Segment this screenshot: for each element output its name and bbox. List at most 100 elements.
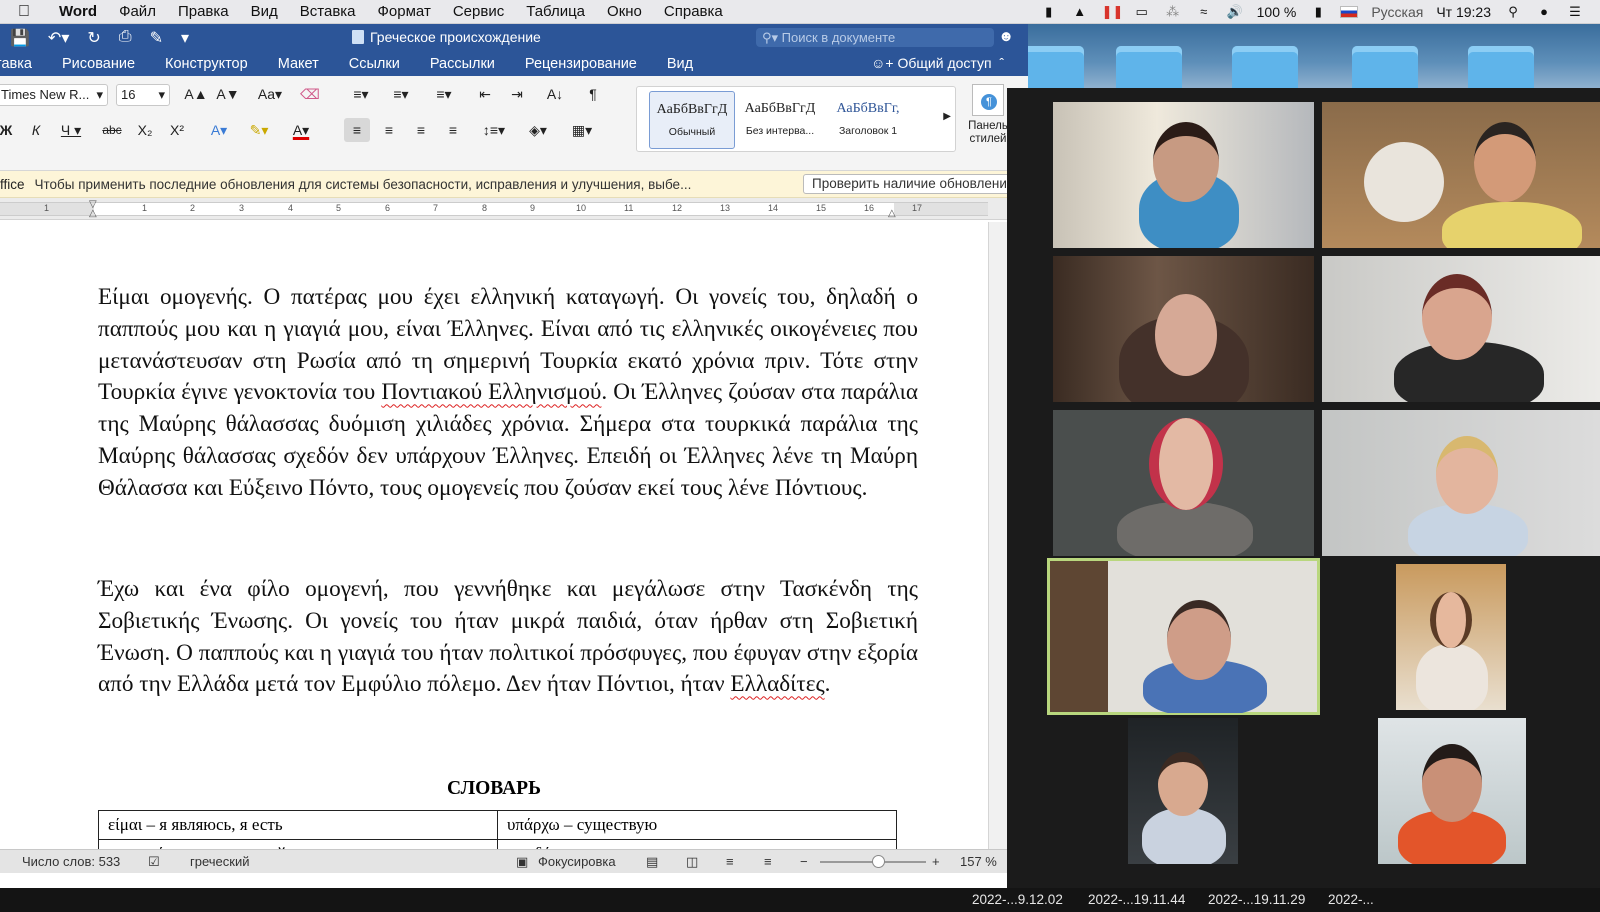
desktop-folder-icon[interactable] xyxy=(1468,46,1534,88)
zoom-out-button[interactable]: − xyxy=(800,850,808,874)
bold-button[interactable]: Ж xyxy=(0,118,16,142)
print-layout-view-icon[interactable]: ▤ xyxy=(646,850,658,874)
shrink-font-button[interactable]: A▼ xyxy=(214,82,242,106)
menu-format[interactable]: Формат xyxy=(367,3,442,20)
video-tile[interactable] xyxy=(1053,102,1314,248)
desktop-folder-icon[interactable] xyxy=(1352,46,1418,88)
menu-table[interactable]: Таблица xyxy=(515,3,596,20)
text-effects-button[interactable]: A▾ xyxy=(202,118,236,142)
undo-icon[interactable]: ↶▾ xyxy=(48,28,69,48)
video-tile[interactable] xyxy=(1378,718,1526,864)
video-tile[interactable] xyxy=(1322,410,1600,556)
vertical-scrollbar[interactable] xyxy=(988,222,1007,849)
table-cell[interactable]: είμαι – я являюсь, я есть xyxy=(98,810,498,840)
show-formatting-marks-button[interactable]: ¶ xyxy=(580,82,606,106)
table-cell[interactable]: υπάρχω – существую xyxy=(497,810,897,840)
spelling-error[interactable]: Ποντιακού Ελληνισμού xyxy=(381,379,601,405)
video-tile[interactable] xyxy=(1322,102,1600,248)
highlight-button[interactable]: ✎▾ xyxy=(240,118,278,142)
video-tile[interactable] xyxy=(1396,564,1506,710)
subscript-button[interactable]: X₂ xyxy=(132,118,158,142)
borders-button[interactable]: ▦▾ xyxy=(562,118,602,142)
tab-draw[interactable]: Рисование xyxy=(47,56,150,72)
menu-file[interactable]: Файл xyxy=(108,3,167,20)
input-language[interactable]: Русская xyxy=(1371,4,1423,20)
tab-view[interactable]: Вид xyxy=(652,56,708,72)
spelling-error[interactable]: Ελλαδίτες xyxy=(730,671,824,697)
strikethrough-button[interactable]: abc xyxy=(98,118,126,142)
grow-font-button[interactable]: A▲ xyxy=(182,82,210,106)
word-count[interactable]: Число слов: 533 xyxy=(22,850,120,874)
edit-icon[interactable]: ✎ xyxy=(150,28,163,48)
redo-icon[interactable]: ↻ xyxy=(87,28,100,48)
zoom-level[interactable]: 157 % xyxy=(960,850,997,874)
bluetooth-icon[interactable]: ⁂ xyxy=(1164,4,1182,19)
zoom-in-button[interactable]: + xyxy=(932,850,940,874)
document-canvas[interactable]: Είμαι ομογενής. Ο πατέρας μου έχει ελλην… xyxy=(0,222,1028,863)
style-heading-1[interactable]: АаБбВвГг, Заголовок 1 xyxy=(825,91,911,149)
underline-button[interactable]: Ч ▾ xyxy=(54,118,88,142)
desktop-file[interactable]: 2022-...19.11.29 xyxy=(1208,888,1305,912)
save-icon[interactable]: 💾 xyxy=(10,28,30,48)
collapse-ribbon-icon[interactable]: ˆ xyxy=(999,55,1004,71)
document-language[interactable]: греческий xyxy=(190,850,249,874)
tab-review[interactable]: Рецензирование xyxy=(510,56,652,72)
decrease-indent-button[interactable]: ⇤ xyxy=(472,82,498,106)
customize-toolbar-icon[interactable]: ▾ xyxy=(181,28,189,48)
paragraph-2[interactable]: Έχω και ένα φίλο ομογενή, που γεννήθηκε … xyxy=(98,574,918,701)
person-share-icon[interactable]: ☻ xyxy=(998,28,1014,45)
recording-pause-icon[interactable]: ❚❚ xyxy=(1102,4,1124,19)
menu-tools[interactable]: Сервис xyxy=(442,3,515,20)
video-tile[interactable] xyxy=(1053,256,1314,402)
justify-button[interactable]: ≡ xyxy=(440,118,466,142)
print-icon[interactable]: ⎙ xyxy=(119,28,132,48)
clear-formatting-icon[interactable]: ⌫ xyxy=(296,82,324,106)
proofing-icon[interactable]: ☑ xyxy=(148,850,160,874)
volume-icon[interactable]: 🔊 xyxy=(1226,4,1244,19)
web-layout-view-icon[interactable]: ◫ xyxy=(686,850,698,874)
tab-mailings[interactable]: Рассылки xyxy=(415,56,510,72)
tab-layout[interactable]: Макет xyxy=(263,56,334,72)
video-tile[interactable] xyxy=(1322,256,1600,402)
battery-icon[interactable]: ▮ xyxy=(1309,4,1327,19)
outline-view-icon[interactable]: ≡ xyxy=(726,850,734,874)
font-color-button[interactable]: A▾ xyxy=(282,118,320,142)
style-normal[interactable]: АаБбВвГгД Обычный xyxy=(649,91,735,149)
menu-window[interactable]: Окно xyxy=(596,3,653,20)
menu-edit[interactable]: Правка xyxy=(167,3,240,20)
document-page[interactable]: Είμαι ομογενής. Ο πατέρας μου έχει ελλην… xyxy=(0,222,988,863)
menu-help[interactable]: Справка xyxy=(653,3,734,20)
menu-view[interactable]: Вид xyxy=(240,3,289,20)
left-indent-marker[interactable]: △ xyxy=(89,208,97,219)
video-tile[interactable] xyxy=(1128,718,1238,864)
desktop-file[interactable]: 2022-...9.12.02 xyxy=(972,888,1063,912)
share-button[interactable]: ☺+ Общий доступ ˆ xyxy=(871,55,1004,71)
styles-more-icon[interactable]: ▶ xyxy=(943,111,951,122)
desktop-file[interactable]: 2022-... xyxy=(1328,888,1374,912)
change-case-button[interactable]: Aa▾ xyxy=(252,82,288,106)
siri-icon[interactable]: ● xyxy=(1535,4,1553,19)
align-center-button[interactable]: ≡ xyxy=(376,118,402,142)
desktop-folder-icon[interactable] xyxy=(1232,46,1298,88)
airplay-icon[interactable]: ▭ xyxy=(1133,4,1151,19)
wifi-icon[interactable]: ≈ xyxy=(1195,4,1213,19)
search-document-input[interactable]: ⚲▾ Поиск в документе xyxy=(756,28,994,47)
check-updates-button[interactable]: Проверить наличие обновлений xyxy=(803,174,1024,194)
draft-view-icon[interactable]: ≡ xyxy=(764,850,772,874)
line-spacing-button[interactable]: ↕≡▾ xyxy=(474,118,514,142)
menu-app-name[interactable]: Word xyxy=(48,3,108,20)
apple-icon[interactable]:  xyxy=(0,3,48,21)
desktop-folder-icon[interactable] xyxy=(1116,46,1182,88)
right-indent-marker[interactable]: △ xyxy=(888,208,896,219)
style-no-spacing[interactable]: АаБбВвГгД Без интерва... xyxy=(737,91,823,149)
align-right-button[interactable]: ≡ xyxy=(408,118,434,142)
desktop-file[interactable]: 2022-...19.11.44 xyxy=(1088,888,1185,912)
paragraph-1[interactable]: Είμαι ομογενής. Ο πατέρας μου έχει ελλην… xyxy=(98,282,918,505)
superscript-button[interactable]: X² xyxy=(164,118,190,142)
shading-button[interactable]: ◈▾ xyxy=(520,118,556,142)
tab-design[interactable]: Конструктор xyxy=(150,56,263,72)
increase-indent-button[interactable]: ⇥ xyxy=(504,82,530,106)
menu-insert[interactable]: Вставка xyxy=(289,3,367,20)
video-tile[interactable] xyxy=(1053,410,1314,556)
horizontal-ruler[interactable]: 1 1 2 3 4 5 6 7 8 9 10 11 12 13 14 15 16… xyxy=(0,198,1028,220)
